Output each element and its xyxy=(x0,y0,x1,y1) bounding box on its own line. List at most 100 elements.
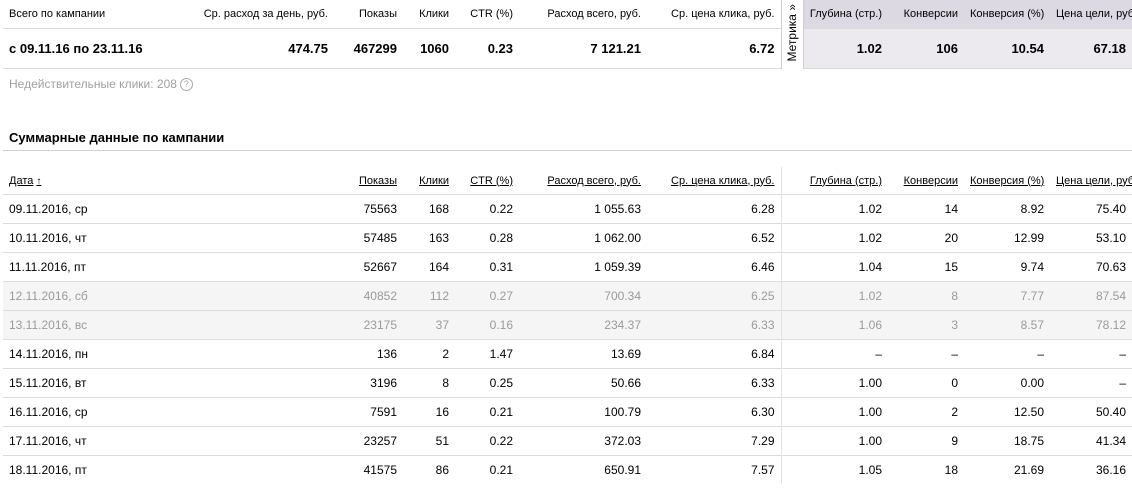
metrika-tab-label[interactable]: Метрика » xyxy=(785,0,799,65)
summary-values-row: с 09.11.16 по 23.11.16 474.75 467299 106… xyxy=(3,27,1132,69)
daily-cpc-cell: 6.52 xyxy=(647,223,782,253)
daily-cpc-cell: 6.84 xyxy=(647,339,782,369)
summary-header-depth: Глубина (стр.) xyxy=(803,0,888,29)
daily-ctr-cell: 0.21 xyxy=(455,397,519,427)
daily-header-clicks[interactable]: Клики xyxy=(403,167,455,195)
summary-header-impressions: Показы xyxy=(358,7,397,20)
sort-by-impressions-link[interactable]: Показы xyxy=(359,175,397,187)
daily-header-spend[interactable]: Расход всего, руб. xyxy=(519,167,647,195)
daily-date-cell: 18.11.2016, пт xyxy=(3,455,334,484)
summary-header-avg-daily-spend: Ср. расход за день, руб. xyxy=(203,7,328,20)
daily-ctr-cell: 0.31 xyxy=(455,252,519,282)
sort-by-ctr-link[interactable]: CTR (%) xyxy=(470,175,513,187)
daily-spend-cell: 234.37 xyxy=(519,310,647,340)
daily-conversion-rate-cell: 12.99 xyxy=(964,223,1050,253)
daily-spend-cell: 700.34 xyxy=(519,281,647,311)
daily-impressions-cell: 3196 xyxy=(334,368,403,398)
daily-conversions-cell: – xyxy=(888,339,964,369)
daily-clicks-cell: 168 xyxy=(403,194,455,224)
daily-header-conversions[interactable]: Конверсии xyxy=(888,167,964,195)
daily-goal-cost-cell: 53.10 xyxy=(1050,223,1132,253)
daily-goal-cost-cell: 87.54 xyxy=(1050,281,1132,311)
table-row: 15.11.2016, вт 3196 8 0.25 50.66 6.33 1.00 0 0.0… xyxy=(3,368,1132,398)
sort-by-date-link[interactable]: Дата xyxy=(9,175,33,187)
daily-conversion-rate-cell: 12.50 xyxy=(964,397,1050,427)
daily-cpc-cell: 7.29 xyxy=(647,426,782,456)
summary-header-clicks: Клики xyxy=(419,7,449,20)
daily-header-ctr[interactable]: CTR (%) xyxy=(455,167,519,195)
sort-by-cpc-link[interactable]: Ср. цена клика, руб. xyxy=(671,175,774,187)
daily-clicks-cell: 37 xyxy=(403,310,455,340)
daily-impressions-cell: 57485 xyxy=(334,223,403,253)
daily-impressions-cell: 41575 xyxy=(334,455,403,484)
summary-avg-cpc: 6.72 xyxy=(647,27,781,69)
daily-spend-cell: 372.03 xyxy=(519,426,647,456)
sort-by-depth-link[interactable]: Глубина (стр.) xyxy=(810,175,882,187)
invalid-clicks-text: Недействительные клики: 208 xyxy=(9,77,177,91)
daily-clicks-cell: 163 xyxy=(403,223,455,253)
daily-cpc-cell: 7.57 xyxy=(647,455,782,484)
daily-conversions-cell: 3 xyxy=(888,310,964,340)
summary-header-conversion-rate: Конверсия (%) xyxy=(964,0,1050,29)
daily-conversion-rate-cell: 7.77 xyxy=(964,281,1050,311)
sort-by-conversion-rate-link[interactable]: Конверсия (%) xyxy=(970,175,1044,187)
daily-header-conversion-rate[interactable]: Конверсия (%) xyxy=(964,167,1050,195)
daily-conversion-rate-cell: 9.74 xyxy=(964,252,1050,282)
daily-date-cell: 10.11.2016, чт xyxy=(3,223,334,253)
daily-conversion-rate-cell: 8.92 xyxy=(964,194,1050,224)
help-icon[interactable]: ? xyxy=(179,78,193,91)
daily-conversions-cell: 2 xyxy=(888,397,964,427)
daily-conversions-cell: 9 xyxy=(888,426,964,456)
daily-conversions-cell: 8 xyxy=(888,281,964,311)
summary-conversion-rate: 10.54 xyxy=(964,27,1050,69)
daily-header-impressions[interactable]: Показы xyxy=(334,167,403,195)
table-row: 17.11.2016, чт 23257 51 0.22 372.03 7.29 1.00 9… xyxy=(3,426,1132,456)
daily-ctr-cell: 0.21 xyxy=(455,455,519,484)
summary-goal-cost: 67.18 xyxy=(1050,27,1132,69)
daily-conversion-rate-cell: 0.00 xyxy=(964,368,1050,398)
daily-header-depth[interactable]: Глубина (стр.) xyxy=(781,167,888,195)
daily-spend-cell: 1 062.00 xyxy=(519,223,647,253)
summary-depth: 1.02 xyxy=(803,27,888,69)
daily-spend-cell: 1 055.63 xyxy=(519,194,647,224)
daily-header-cpc[interactable]: Ср. цена клика, руб. xyxy=(647,167,782,195)
daily-conversion-rate-cell: 8.57 xyxy=(964,310,1050,340)
sort-ascending-icon[interactable]: ↑ xyxy=(36,176,41,187)
daily-impressions-cell: 136 xyxy=(334,339,403,369)
daily-conversion-rate-cell: 18.75 xyxy=(964,426,1050,456)
sort-by-goal-cost-link[interactable]: Цена цели, руб. xyxy=(1056,175,1132,187)
daily-depth-cell: – xyxy=(781,339,888,369)
daily-goal-cost-cell: 70.63 xyxy=(1050,252,1132,282)
summary-header-spend-total: Расход всего, руб. xyxy=(547,7,641,20)
daily-depth-cell: 1.00 xyxy=(781,368,888,398)
daily-cpc-cell: 6.28 xyxy=(647,194,782,224)
summary-header-ctr: CTR (%) xyxy=(470,7,513,20)
daily-header-date[interactable]: Дата ↑ xyxy=(3,167,334,195)
campaign-summary-table: Всего по кампании Ср. расход за день, ру… xyxy=(3,0,1132,69)
summary-spend-total: 7 121.21 xyxy=(519,27,647,69)
daily-depth-cell: 1.04 xyxy=(781,252,888,282)
daily-depth-cell: 1.00 xyxy=(781,426,888,456)
daily-clicks-cell: 86 xyxy=(403,455,455,484)
metrika-toggle-tab[interactable]: Метрика » xyxy=(780,0,804,69)
daily-goal-cost-cell: – xyxy=(1050,368,1132,398)
sort-by-spend-link[interactable]: Расход всего, руб. xyxy=(547,175,641,187)
sort-by-conversions-link[interactable]: Конверсии xyxy=(904,175,958,187)
table-row: 13.11.2016, вс 23175 37 0.16 234.37 6.33 1.06 3… xyxy=(3,310,1132,340)
daily-header-goal-cost[interactable]: Цена цели, руб. xyxy=(1050,167,1132,195)
invalid-clicks-note: Недействительные клики: 208? xyxy=(9,77,193,91)
table-row: 12.11.2016, сб 40852 112 0.27 700.34 6.25 1.02… xyxy=(3,281,1132,311)
daily-ctr-cell: 0.16 xyxy=(455,310,519,340)
daily-clicks-cell: 112 xyxy=(403,281,455,311)
daily-date-cell: 12.11.2016, сб xyxy=(3,281,334,311)
sort-by-clicks-link[interactable]: Клики xyxy=(419,175,449,187)
daily-impressions-cell: 7591 xyxy=(334,397,403,427)
daily-conversion-rate-cell: – xyxy=(964,339,1050,369)
table-row: 11.11.2016, пт 52667 164 0.31 1 059.39 6.46 1.… xyxy=(3,252,1132,282)
daily-goal-cost-cell: 41.34 xyxy=(1050,426,1132,456)
daily-stats-table: Дата ↑ Показы Клики CTR (%) Расход всего,… xyxy=(3,167,1132,484)
table-row: 09.11.2016, ср 75563 168 0.22 1 055.63 6.28 1.… xyxy=(3,194,1132,224)
section-divider xyxy=(3,150,1132,151)
daily-date-cell: 14.11.2016, пн xyxy=(3,339,334,369)
daily-date-cell: 09.11.2016, ср xyxy=(3,194,334,224)
